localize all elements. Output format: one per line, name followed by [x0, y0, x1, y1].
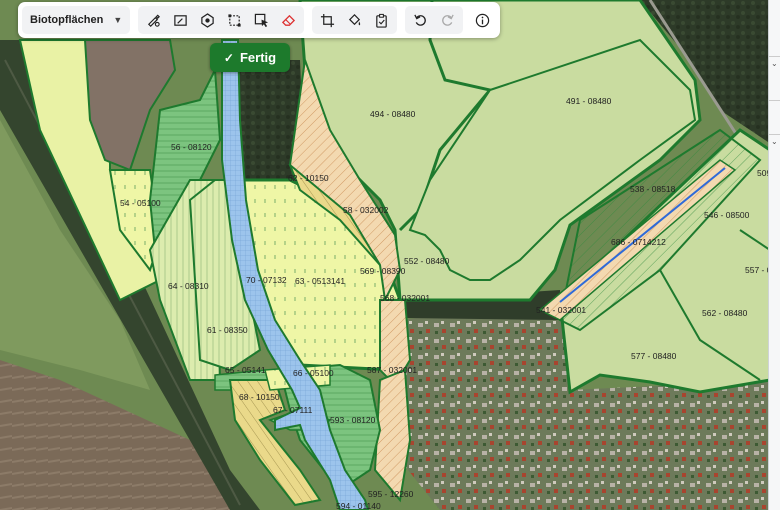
- map-label: 67 - 07111: [273, 405, 313, 415]
- map-label: 68 - 10150: [239, 392, 280, 402]
- undo-icon[interactable]: [407, 7, 434, 33]
- layer-dropdown-label: Biotopflächen: [30, 14, 104, 26]
- map-label: 62 - 10150: [288, 173, 329, 183]
- map-label: 546 - 08500: [704, 210, 750, 220]
- map-label: 56 - 08120: [171, 142, 212, 152]
- chevron-down-icon: ⌄: [771, 137, 778, 146]
- map-label: 70 - 07132: [246, 275, 287, 285]
- info-icon[interactable]: [469, 7, 496, 33]
- map-label: 494 - 08480: [370, 109, 416, 119]
- eraser-icon[interactable]: [275, 7, 302, 33]
- paint-bucket-icon[interactable]: [341, 7, 368, 33]
- map-label: 66 - 05100: [293, 368, 334, 378]
- map-label: 686 - 0714212: [611, 237, 666, 247]
- checkmark-icon: ✓: [223, 50, 234, 65]
- map-label: 595 - 12260: [368, 489, 414, 499]
- map-label: 562 - 08480: [702, 308, 748, 318]
- map-label: 54 - 05100: [120, 198, 161, 208]
- select-cursor-icon[interactable]: [248, 7, 275, 33]
- map-label: 538 - 08518: [630, 184, 676, 194]
- map-label: 587 - 032001: [367, 365, 417, 375]
- map-label: 63 - 0513141: [295, 276, 345, 286]
- tool-group-edit: [312, 6, 398, 34]
- map-label: 569 - 08390: [360, 266, 406, 276]
- tool-group-history: [405, 6, 464, 34]
- map-label: 577 - 08480: [631, 351, 677, 361]
- redo-icon[interactable]: [434, 7, 461, 33]
- crop-icon[interactable]: [314, 7, 341, 33]
- map-label: 552 - 08480: [404, 256, 450, 266]
- select-rectangle-icon[interactable]: [221, 7, 248, 33]
- map-label: 65 - 05141: [225, 365, 266, 375]
- map-label: 491 - 08480: [566, 96, 612, 106]
- map-label: 594 - 01140: [336, 501, 381, 510]
- clipboard-icon[interactable]: [368, 7, 395, 33]
- done-button-label: Fertig: [239, 50, 277, 65]
- drawing-toolbar: Biotopflächen ▼: [18, 2, 501, 38]
- side-panel-tab[interactable]: ⌄: [769, 134, 780, 149]
- map-label: 568 - 032001: [380, 293, 430, 303]
- chevron-down-icon: ⌄: [771, 59, 778, 68]
- map-label: 593 - 08120: [330, 415, 376, 425]
- side-panel-tab[interactable]: ⌄: [769, 56, 780, 71]
- done-button[interactable]: ✓ Fertig: [210, 43, 290, 72]
- layer-dropdown[interactable]: Biotopflächen ▼: [22, 6, 131, 34]
- map-canvas[interactable]: 494 - 08480 491 - 08480 56 - 08120 54 - …: [0, 0, 780, 510]
- map-label: 541 - 032001: [536, 305, 586, 315]
- edit-shape-icon[interactable]: [167, 7, 194, 33]
- draw-polygon-icon[interactable]: [140, 7, 167, 33]
- map-label: 61 - 08350: [207, 325, 248, 335]
- side-panel[interactable]: ⌄ ⌄: [768, 0, 780, 510]
- side-panel-tab[interactable]: [769, 100, 780, 115]
- map-label: 64 - 08310: [168, 281, 209, 291]
- tool-group-draw: [138, 6, 305, 34]
- chevron-down-icon: ▼: [113, 15, 123, 25]
- target-icon[interactable]: [194, 7, 221, 33]
- map-label: 58 - 032002: [343, 205, 389, 215]
